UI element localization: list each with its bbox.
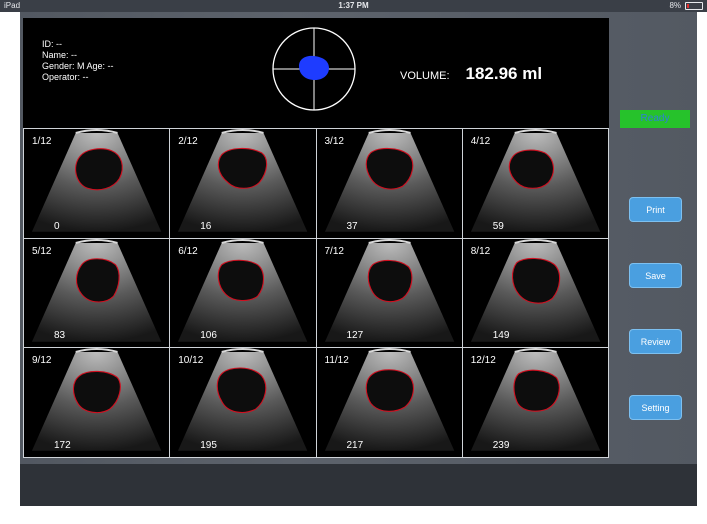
scan-frame[interactable]: 5/12 83 <box>24 238 171 349</box>
app-window: ID: -- Name: -- Gender: M Age: -- Operat… <box>20 12 697 506</box>
scan-frame[interactable]: 9/12 172 <box>24 348 171 458</box>
status-bar: iPad 1:37 PM 8% <box>0 0 707 12</box>
bladder-contour <box>216 367 267 414</box>
print-button[interactable]: Print <box>629 197 682 222</box>
scan-frame[interactable]: 8/12 149 <box>462 238 609 349</box>
frame-number: 7/12 <box>324 245 344 257</box>
frame-number: 6/12 <box>178 245 198 257</box>
bladder-contour <box>75 257 120 303</box>
frame-time: 195 <box>200 439 217 451</box>
operator: Operator: -- <box>42 72 89 82</box>
bladder-contour <box>365 369 414 413</box>
probe-target-icon <box>272 27 356 111</box>
frame-number: 9/12 <box>32 355 52 367</box>
frame-time: 217 <box>346 439 364 451</box>
clock: 1:37 PM <box>338 1 369 10</box>
frame-number: 1/12 <box>32 136 52 147</box>
frame-time: 83 <box>54 330 66 342</box>
volume-readout: VOLUME: 182.96 ml <box>400 64 542 84</box>
patient-info: ID: -- Name: -- Gender: M Age: -- Operat… <box>42 39 114 83</box>
bottom-bar <box>20 464 697 506</box>
bladder-contour <box>367 259 412 302</box>
scan-frame[interactable]: 11/12 217 <box>316 348 463 458</box>
battery-percent: 8% <box>669 1 681 10</box>
frame-number: 2/12 <box>178 136 198 147</box>
side-panel: Ready Print Save Review Setting <box>609 12 697 458</box>
volume-label: VOLUME: <box>400 70 450 82</box>
frame-time: 106 <box>200 330 217 342</box>
bladder-contour <box>75 148 123 191</box>
save-button[interactable]: Save <box>629 263 682 288</box>
frame-number: 10/12 <box>178 355 204 367</box>
bladder-contour <box>513 370 560 412</box>
bladder-contour <box>72 371 121 414</box>
patient-name: Name: -- <box>42 50 78 60</box>
scan-frame[interactable]: 2/12 16 <box>170 129 317 239</box>
frame-time: 239 <box>492 439 510 451</box>
frame-number: 5/12 <box>32 245 52 257</box>
frame-number: 12/12 <box>470 355 496 367</box>
frame-number: 11/12 <box>324 355 349 367</box>
frame-time: 59 <box>492 220 504 232</box>
patient-id: ID: -- <box>42 39 62 49</box>
review-button[interactable]: Review <box>629 329 682 354</box>
scan-frame[interactable]: 12/12 239 <box>462 348 609 458</box>
frame-time: 0 <box>54 220 60 232</box>
patient-gender-age: Gender: M Age: -- <box>42 61 114 71</box>
frame-time: 172 <box>54 439 71 451</box>
frame-time: 127 <box>346 330 364 342</box>
scan-panel: ID: -- Name: -- Gender: M Age: -- Operat… <box>23 18 609 458</box>
frame-number: 8/12 <box>470 245 491 257</box>
frame-number: 3/12 <box>324 136 344 147</box>
battery-status: 8% <box>669 1 703 10</box>
scan-grid: 1/12 0 2/12 16 3/12 37 4/12 59 5/12 83 6/12 106 7/12… <box>23 128 609 458</box>
ready-indicator: Ready <box>620 110 690 128</box>
battery-icon <box>685 1 703 10</box>
frame-time: 149 <box>492 330 510 342</box>
scan-frame[interactable]: 1/12 0 <box>24 129 171 239</box>
scan-frame[interactable]: 4/12 59 <box>462 129 609 239</box>
frame-number: 4/12 <box>470 136 491 147</box>
scan-frame[interactable]: 6/12 106 <box>170 238 317 349</box>
scan-frame[interactable]: 3/12 37 <box>316 129 463 239</box>
frame-time: 16 <box>200 220 212 232</box>
frame-time: 37 <box>346 220 358 232</box>
volume-value: 182.96 ml <box>465 64 543 83</box>
setting-button[interactable]: Setting <box>629 395 682 420</box>
scan-frame[interactable]: 10/12 195 <box>170 348 317 458</box>
scan-frame[interactable]: 7/12 127 <box>316 238 463 349</box>
